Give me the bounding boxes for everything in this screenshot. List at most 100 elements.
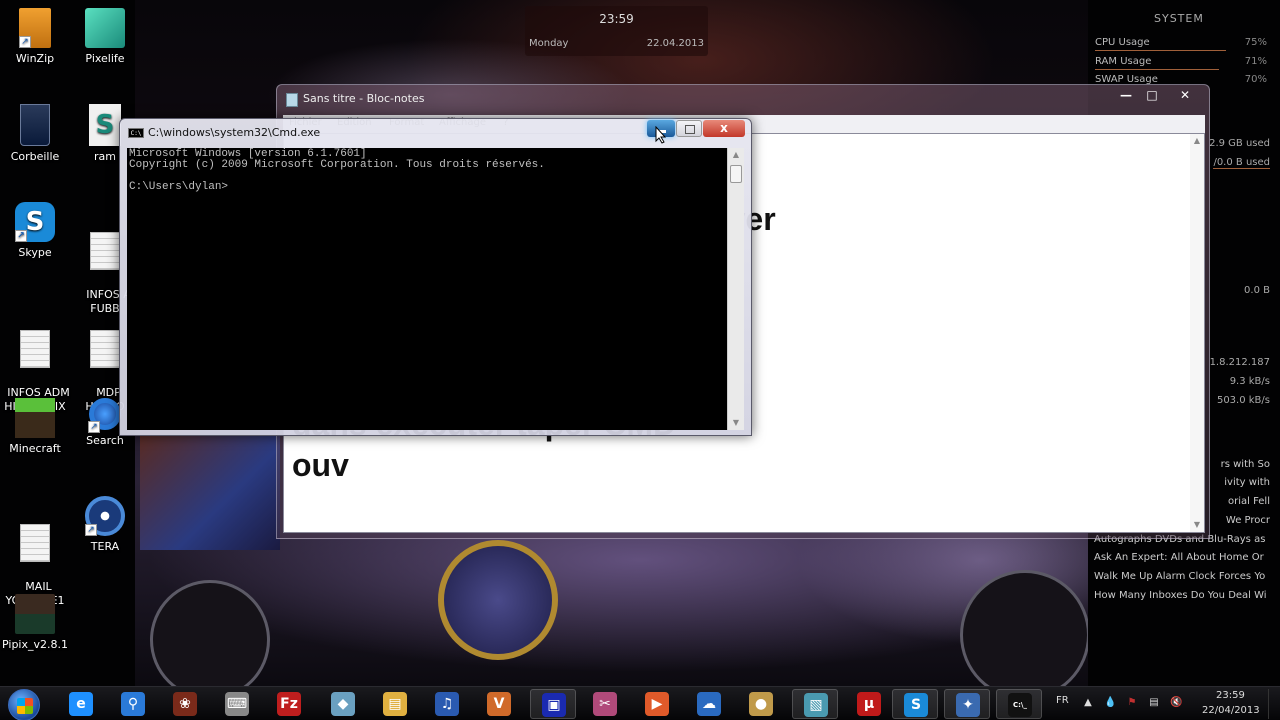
desktop-icon-label: ram (94, 150, 116, 163)
tray-clock-date[interactable]: 22/04/2013 (1202, 705, 1260, 716)
internet-explorer-icon: e (69, 692, 93, 716)
news-item[interactable]: How Many Inboxes Do You Deal Wi (1094, 590, 1270, 601)
desktop-icon-mail-youtube[interactable]: MAIL YOUTUBE1 (0, 496, 70, 608)
document-icon (90, 330, 120, 368)
taskbar-button-itunes[interactable]: ♫ (424, 689, 470, 719)
desktop-icon-winzip[interactable]: ↗ WinZip (0, 8, 70, 66)
download-speed-readout: 503.0 kB/s (1216, 395, 1270, 406)
wallpaper-wheel-left (150, 580, 270, 700)
ram-used-readout: 2.9 GB used (1209, 138, 1270, 149)
desktop-icon-label: WinZip (15, 52, 55, 65)
cmd-vertical-scrollbar[interactable]: ▲ ▼ (727, 148, 744, 430)
notepad-close-button[interactable]: ✕ (1165, 86, 1205, 105)
taskbar-button-search[interactable]: ⚲ (110, 689, 156, 719)
desktop-icon-label: Minecraft (9, 442, 61, 455)
document-icon (20, 524, 50, 562)
clock-gadget: 23:59 Monday 22.04.2013 (525, 6, 708, 56)
desktop-icon-minecraft[interactable]: Minecraft (0, 398, 70, 456)
recycle-bin-icon (20, 104, 50, 146)
desktop-icon-tera[interactable]: ↗ TERA (70, 496, 140, 554)
taskbar-button-notepad[interactable]: ▧ (792, 689, 838, 719)
winzip-icon: ↗ (19, 8, 51, 48)
taskbar-button-skype[interactable]: S (892, 689, 938, 719)
desktop-icon-pipix[interactable]: Pipix_v2.8.1 (0, 594, 70, 652)
script-icon: S (89, 104, 121, 146)
pipix-icon (15, 594, 55, 634)
network-signal-icon[interactable]: ▤ (1148, 697, 1160, 709)
cmd-close-button[interactable]: x (703, 120, 745, 137)
desktop-icon-label: Pixelife (85, 52, 125, 65)
show-hidden-icons-button[interactable]: ▲ (1082, 697, 1094, 709)
language-indicator[interactable]: FR (1056, 695, 1069, 706)
scroll-down-arrow-icon[interactable]: ▼ (729, 416, 743, 430)
cmd-console-output[interactable]: Microsoft Windows [version 6.1.7601] Cop… (127, 148, 727, 430)
water-drop-icon: ◆ (331, 692, 355, 716)
news-item[interactable]: Walk Me Up Alarm Clock Forces Yo (1094, 571, 1270, 582)
swap-used-readout: /0.0 B used (1213, 157, 1270, 169)
notepad-minimize-button[interactable]: — (1113, 86, 1139, 105)
cmd-title: C:\windows\system32\Cmd.exe (148, 126, 321, 139)
audio-icon: ❀ (173, 692, 197, 716)
system-gadget-title: SYSTEM (1154, 12, 1204, 25)
clock-date: 22.04.2013 (646, 38, 704, 49)
wallpaper-flag (140, 430, 280, 550)
disk-readout: 0.0 B (1244, 285, 1270, 296)
taskbar-button-snipping-tool[interactable]: ✂ (582, 689, 628, 719)
notepad-app-icon (286, 93, 298, 107)
notepad-vertical-scrollbar[interactable]: ▲ ▼ (1190, 134, 1204, 532)
taskbar-button-paint[interactable]: ● (738, 689, 784, 719)
shortcut-arrow-icon: ↗ (19, 36, 31, 48)
cmd-window[interactable]: C:\ C:\windows\system32\Cmd.exe x Micros… (119, 118, 752, 436)
cmd-icon: C:\_ (1008, 693, 1032, 717)
taskbar-button-cmd[interactable]: C:\_ (996, 689, 1042, 719)
ram-usage-bar (1095, 69, 1219, 70)
show-desktop-button[interactable] (1268, 689, 1278, 719)
desktop-icon-pixelife[interactable]: Pixelife (70, 8, 140, 66)
notepad-maximize-button[interactable]: □ (1139, 86, 1165, 105)
remote-app-icon: ▣ (542, 693, 566, 717)
taskbar-button-file-explorer[interactable]: ▤ (372, 689, 418, 719)
media-player-icon: ▶ (645, 692, 669, 716)
document-icon (90, 232, 120, 270)
water-drop-tray-icon[interactable]: 💧 (1104, 697, 1116, 709)
search-icon: ⚲ (121, 692, 145, 716)
notepad-title: Sans titre - Bloc-notes (303, 92, 425, 105)
desktop-icon-corbeille[interactable]: Corbeille (0, 104, 70, 164)
scroll-down-arrow-icon[interactable]: ▼ (1190, 518, 1204, 532)
taskbar-button-tera[interactable]: ✦ (944, 689, 990, 719)
start-button[interactable] (8, 689, 40, 720)
ram-usage-value: 71% (1244, 56, 1267, 67)
scroll-up-arrow-icon[interactable]: ▲ (1190, 134, 1204, 148)
taskbar-button-vegas[interactable]: V (476, 689, 522, 719)
ip-address-readout: 1.8.212.187 (1209, 357, 1270, 368)
desktop-icon-label: Skype (18, 246, 52, 259)
taskbar-button-water-drop[interactable]: ◆ (320, 689, 366, 719)
cube-icon (85, 8, 125, 48)
shortcut-arrow-icon: ↗ (88, 421, 100, 433)
taskbar-button-internet-explorer[interactable]: e (58, 689, 104, 719)
volume-muted-icon[interactable]: 🔇 (1170, 697, 1182, 709)
taskbar-button-media-player[interactable]: ▶ (634, 689, 680, 719)
wallpaper-wheel-right (960, 570, 1090, 700)
desktop-icon-skype[interactable]: S ↗ Skype (0, 202, 70, 260)
tray-clock-time[interactable]: 23:59 (1216, 690, 1245, 701)
skype-icon: S ↗ (15, 202, 55, 242)
scroll-up-arrow-icon[interactable]: ▲ (729, 148, 743, 162)
cmd-app-icon: C:\ (128, 128, 144, 138)
taskbar-button-filezilla[interactable]: Fz (266, 689, 312, 719)
security-tray-icon[interactable]: ⚑ (1126, 697, 1138, 709)
taskbar-button-utorrent[interactable]: μ (846, 689, 892, 719)
skype-icon: S (904, 693, 928, 717)
cmd-maximize-button[interactable] (676, 120, 702, 137)
taskbar-button-audio[interactable]: ❀ (162, 689, 208, 719)
taskbar-button-remote-app[interactable]: ▣ (530, 689, 576, 719)
utorrent-icon: μ (857, 692, 881, 716)
taskbar-button-openoffice[interactable]: ☁ (686, 689, 732, 719)
cmd-scroll-thumb[interactable] (730, 165, 742, 183)
news-item[interactable]: Ask An Expert: All About Home Or (1094, 552, 1270, 563)
taskbar-button-on-screen-keyboard[interactable]: ⌨ (214, 689, 260, 719)
desktop-icon-label: Corbeille (10, 150, 60, 163)
upload-speed-readout: 9.3 kB/s (1229, 376, 1270, 387)
wallpaper-presidential-seal (438, 540, 558, 660)
tera-icon: ↗ (85, 496, 125, 536)
